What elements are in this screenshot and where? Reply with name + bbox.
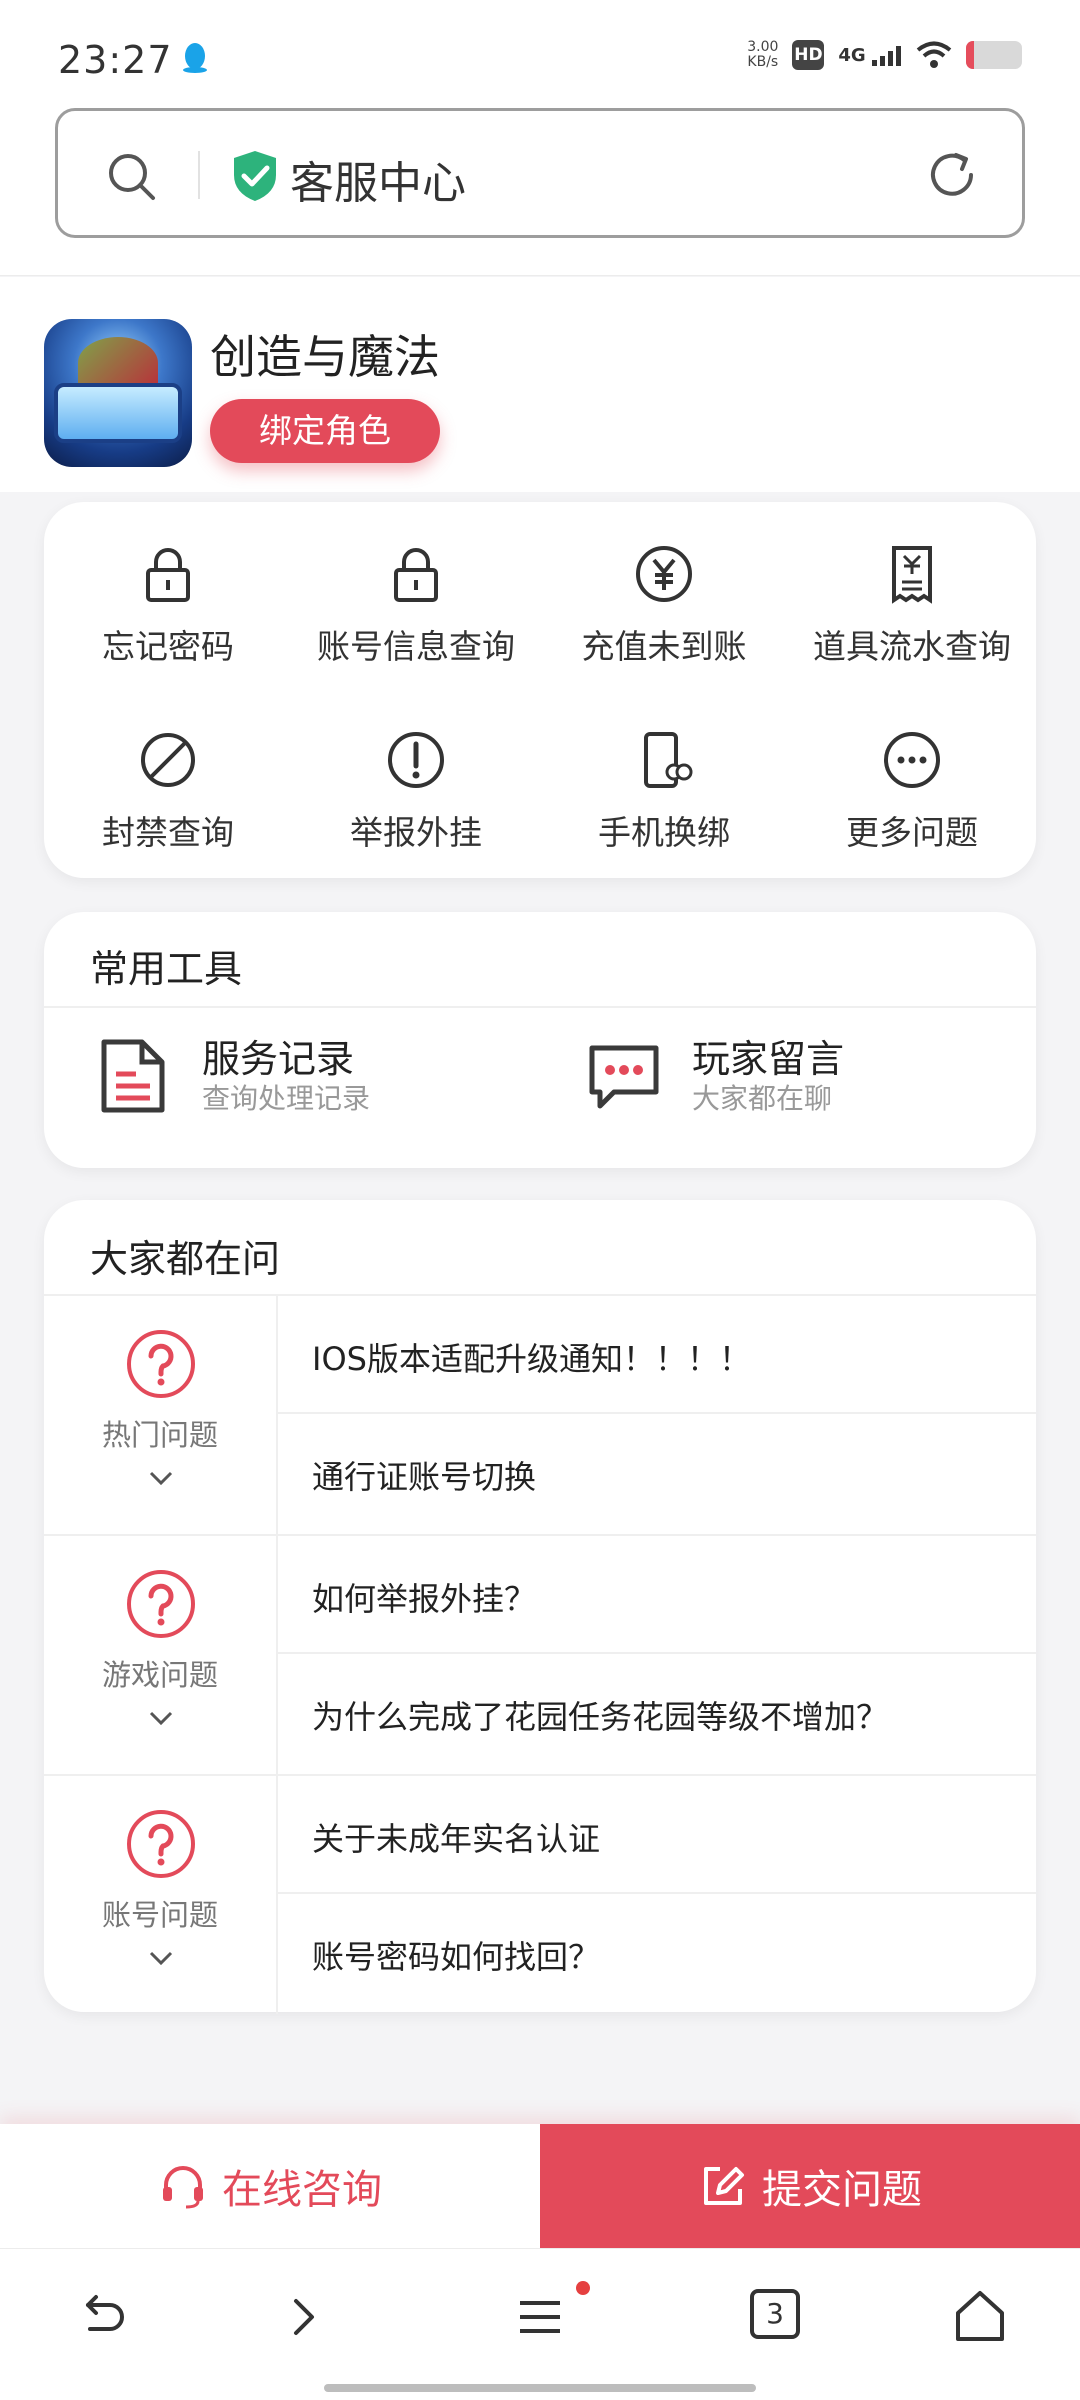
faq-category[interactable]: 账号问题: [44, 1776, 278, 2014]
quick-actions-card: 忘记密码 账号信息查询 充值未到账 道具流水查询 封禁查询 举报外挂 手机换绑: [44, 502, 1036, 878]
home-icon[interactable]: [948, 2285, 1012, 2349]
quick-action-account-info[interactable]: 账号信息查询: [292, 542, 540, 668]
back-icon[interactable]: [70, 2285, 134, 2349]
address-bar-area: 客服中心: [0, 100, 1080, 276]
question-mark-icon: [127, 1330, 195, 1398]
menu-icon[interactable]: [508, 2285, 572, 2349]
faq-group-account: 账号问题 关于未成年实名认证 账号密码如何找回？: [44, 1776, 1036, 2014]
reload-icon[interactable]: [924, 147, 980, 203]
cellular-signal-icon: 4G: [838, 45, 902, 66]
faq-question[interactable]: IOS版本适配升级通知！！！！: [312, 1334, 751, 1380]
player-message-tool[interactable]: 玩家留言 大家都在聊: [584, 1036, 844, 1116]
search-icon[interactable]: [104, 149, 158, 203]
hd-badge: HD: [792, 40, 825, 70]
faq-card: 大家都在问 热门问题 IOS版本适配升级通知！！！！ 通行证账号切换 游戏问题 …: [44, 1200, 1036, 2014]
faq-title: 大家都在问: [90, 1237, 281, 1281]
online-consult-button[interactable]: 在线咨询: [0, 2124, 540, 2248]
chevron-down-icon[interactable]: [147, 1708, 175, 1728]
qq-penguin-icon: [183, 43, 207, 73]
faq-group-game: 游戏问题 如何举报外挂？ 为什么完成了花园任务花园等级不增加？: [44, 1536, 1036, 1774]
quick-action-phone-rebind[interactable]: 手机换绑: [540, 728, 788, 854]
quick-action-report-cheat[interactable]: 举报外挂: [292, 728, 540, 854]
chevron-down-icon[interactable]: [147, 1468, 175, 1488]
forward-icon[interactable]: [272, 2285, 336, 2349]
game-header: 创造与魔法 绑定角色: [0, 277, 1080, 492]
faq-category[interactable]: 游戏问题: [44, 1536, 278, 1774]
question-mark-icon: [127, 1570, 195, 1638]
service-record-tool[interactable]: 服务记录 查询处理记录: [94, 1036, 370, 1116]
common-tools-card: 常用工具 服务记录 查询处理记录 玩家留言 大家都在聊: [44, 912, 1036, 1168]
quick-action-forgot-password[interactable]: 忘记密码: [44, 542, 292, 668]
faq-question[interactable]: 账号密码如何找回？: [312, 1932, 600, 1978]
page-title: 客服中心: [290, 158, 466, 209]
more-icon: [884, 732, 940, 788]
faq-question[interactable]: 为什么完成了花园任务花园等级不增加？: [312, 1692, 888, 1738]
home-indicator[interactable]: [324, 2384, 756, 2392]
exclamation-icon: [388, 732, 444, 788]
address-bar[interactable]: 客服中心: [55, 108, 1025, 238]
action-bar: 在线咨询 提交问题: [0, 2124, 1080, 2248]
receipt-icon: [892, 546, 932, 604]
lock-icon: [146, 548, 190, 602]
faq-question[interactable]: 通行证账号切换: [312, 1452, 536, 1498]
network-speed: 3.00 KB/s: [747, 39, 779, 70]
status-bar: 23:27 3.00 KB/s HD 4G: [0, 0, 1080, 100]
bind-role-button[interactable]: 绑定角色: [210, 399, 440, 463]
game-logo-icon: [44, 319, 192, 467]
faq-question[interactable]: 关于未成年实名认证: [312, 1814, 600, 1860]
notification-dot: [576, 2281, 590, 2295]
status-time: 23:27: [58, 38, 173, 82]
yen-circle-icon: [636, 546, 692, 602]
headset-icon: [163, 2166, 203, 2209]
faq-line: [278, 1892, 1036, 1894]
faq-category[interactable]: 热门问题: [44, 1296, 278, 1534]
phone-link-icon: [644, 732, 693, 788]
submit-question-button[interactable]: 提交问题: [540, 2124, 1080, 2248]
tools-title: 常用工具: [90, 947, 243, 991]
quick-action-more[interactable]: 更多问题: [788, 728, 1036, 854]
tools-divider: [44, 1006, 1036, 1008]
quick-action-recharge[interactable]: 充值未到账: [540, 542, 788, 668]
secure-shield-icon: [234, 151, 276, 201]
tab-count-button[interactable]: 3: [750, 2289, 800, 2339]
document-icon: [101, 1039, 165, 1113]
chat-icon: [589, 1045, 659, 1109]
game-name: 创造与魔法: [210, 330, 440, 384]
chevron-down-icon[interactable]: [147, 1948, 175, 1968]
battery-icon: [966, 41, 1022, 69]
faq-question[interactable]: 如何举报外挂？: [312, 1574, 536, 1620]
browser-nav-bar: 3: [0, 2248, 1080, 2400]
quick-action-item-flow[interactable]: 道具流水查询: [788, 542, 1036, 668]
edit-icon: [704, 2167, 744, 2205]
quick-action-ban-query[interactable]: 封禁查询: [44, 728, 292, 854]
faq-line: [278, 1412, 1036, 1414]
lock-icon: [394, 548, 438, 602]
address-separator: [198, 151, 200, 199]
ban-icon: [141, 733, 195, 787]
faq-line: [278, 1652, 1036, 1654]
wifi-icon: [916, 41, 952, 68]
question-mark-icon: [127, 1810, 195, 1878]
faq-group-hot: 热门问题 IOS版本适配升级通知！！！！ 通行证账号切换: [44, 1296, 1036, 1534]
